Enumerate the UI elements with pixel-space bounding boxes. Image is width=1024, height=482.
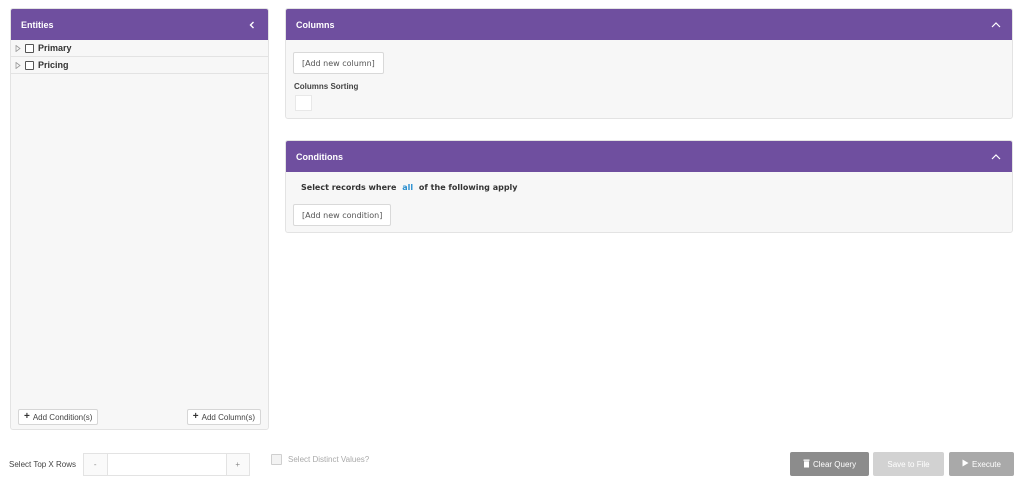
expand-triangle-icon[interactable]	[15, 61, 23, 69]
chevron-up-icon[interactable]	[990, 19, 1002, 31]
columns-header: Columns	[286, 9, 1012, 40]
save-to-file-label: Save to File	[887, 459, 930, 469]
entity-item-primary[interactable]: Primary	[11, 40, 268, 57]
bottom-toolbar: Select Top X Rows - + Select Distinct Va…	[0, 450, 1024, 480]
conditions-prefix: Select records where	[301, 183, 397, 192]
add-column-button[interactable]: + Add Column(s)	[186, 409, 261, 425]
columns-sorting-area[interactable]	[295, 95, 312, 111]
entity-label: Pricing	[38, 60, 69, 70]
distinct-values-option[interactable]: Select Distinct Values?	[271, 454, 369, 465]
add-condition-button[interactable]: + Add Condition(s)	[18, 409, 99, 425]
plus-icon: +	[192, 411, 199, 422]
decrement-button[interactable]: -	[84, 454, 108, 475]
increment-button[interactable]: +	[225, 454, 249, 475]
entity-tree: Primary Pricing	[11, 40, 268, 74]
entity-checkbox[interactable]	[25, 60, 34, 70]
top-rows-label: Select Top X Rows	[9, 460, 76, 469]
add-new-condition-button[interactable]: [Add new condition]	[293, 204, 392, 226]
add-column-label: Add Column(s)	[201, 412, 255, 422]
conditions-panel: Conditions Select records where all of t…	[285, 140, 1013, 233]
conditions-sentence: Select records where all of the followin…	[301, 183, 518, 192]
conditions-suffix: of the following apply	[418, 183, 518, 192]
distinct-values-label: Select Distinct Values?	[288, 455, 370, 464]
top-rows-input[interactable]	[107, 454, 226, 475]
add-condition-label: Add Condition(s)	[32, 412, 93, 422]
entities-title: Entities	[21, 19, 54, 30]
entities-panel: Entities Primary Pricing + Add Condition…	[10, 8, 269, 430]
distinct-values-checkbox[interactable]	[271, 454, 282, 465]
collapse-left-icon[interactable]	[246, 19, 258, 31]
save-to-file-button[interactable]: Save to File	[873, 452, 944, 476]
entity-item-pricing[interactable]: Pricing	[11, 57, 268, 74]
add-new-column-button[interactable]: [Add new column]	[293, 52, 384, 74]
entities-footer: + Add Condition(s) + Add Column(s)	[11, 405, 268, 429]
entity-checkbox[interactable]	[25, 43, 34, 53]
execute-label: Execute	[972, 459, 1001, 469]
play-icon	[962, 459, 969, 469]
conditions-title: Conditions	[296, 151, 343, 162]
expand-triangle-icon[interactable]	[15, 44, 23, 52]
columns-panel: Columns [Add new column] Columns Sorting	[285, 8, 1013, 119]
trash-icon	[803, 459, 810, 470]
columns-title: Columns	[296, 19, 335, 30]
entity-label: Primary	[38, 43, 72, 53]
entities-header: Entities	[11, 9, 268, 40]
chevron-up-icon[interactable]	[990, 151, 1002, 163]
plus-icon: +	[24, 411, 30, 422]
top-rows-stepper: - +	[83, 453, 250, 476]
condition-mode-link[interactable]: all	[402, 183, 413, 192]
columns-sorting-label: Columns Sorting	[294, 82, 359, 91]
clear-query-button[interactable]: Clear Query	[790, 452, 869, 476]
conditions-header: Conditions	[286, 141, 1012, 172]
clear-query-label: Clear Query	[812, 459, 857, 469]
execute-button[interactable]: Execute	[949, 452, 1014, 476]
